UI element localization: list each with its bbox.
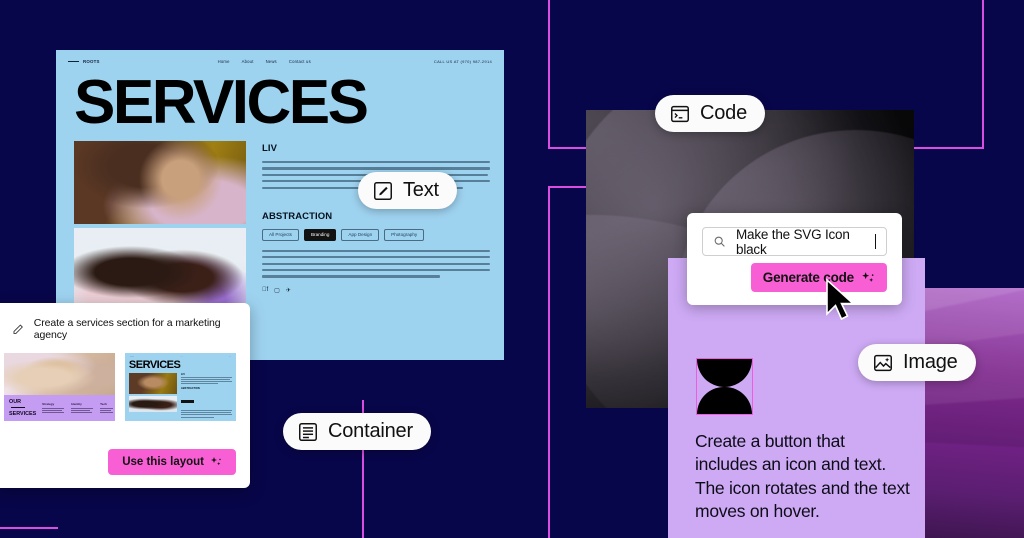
badge-container[interactable]: Container <box>283 413 431 450</box>
purple-panel-copy: Create a button that includes an icon an… <box>695 431 910 522</box>
nav-link-about[interactable]: About <box>242 59 254 64</box>
thumb-col-heading: Identity <box>71 401 82 406</box>
fabric-texture-image <box>925 288 1024 538</box>
badge-image-label: Image <box>903 351 958 373</box>
page-title: SERVICES <box>74 68 369 137</box>
preview-content: LIV ABSTRACTION All Projects Branding Ap… <box>56 131 504 309</box>
thumbnail-our-services[interactable]: OUR SERVICES Strategy Identity Tech <box>4 353 115 421</box>
filter-tag-row: All Projects Branding App Design Photogr… <box>262 228 490 241</box>
mouse-pointer-icon <box>826 278 856 321</box>
picture-icon <box>874 354 892 371</box>
thumb-section-heading: ABSTRACTION <box>180 387 200 391</box>
generate-code-button[interactable]: Generate code <box>750 263 887 292</box>
brand-logo: ROOTS <box>68 59 100 64</box>
thumb-body: LIV ABSTRACTION <box>128 373 232 419</box>
pencil-square-icon <box>374 181 392 200</box>
use-this-layout-button[interactable]: Use this layout <box>108 449 236 475</box>
section-heading-liv: LIV <box>262 143 278 155</box>
facebook-icon[interactable]: f <box>262 287 268 294</box>
thumbnail-title: OUR SERVICES <box>9 398 37 418</box>
instagram-icon[interactable]: ▢ <box>274 287 280 294</box>
preview-text-column: LIV ABSTRACTION All Projects Branding Ap… <box>262 141 490 308</box>
layout-suggestion-card: Create a services section for a marketin… <box>0 303 250 488</box>
thumb-active-tag <box>180 400 194 404</box>
sparkle-icon <box>211 457 221 466</box>
badge-text[interactable]: Text <box>358 172 457 209</box>
prompt-row[interactable]: Create a services section for a marketin… <box>0 303 250 353</box>
text-caret <box>875 234 877 249</box>
grid-line-vertical <box>548 186 550 538</box>
nav-phone-number: CALL US AT (970) 987-2914 <box>433 58 492 64</box>
hourglass-icon <box>696 358 753 415</box>
section-heading-abstraction: ABSTRACTION <box>262 210 333 222</box>
thumbnail-services-page[interactable]: —— · · · ··· SERVICES LIV ABSTRACTION <box>124 353 236 421</box>
nav-link-contact[interactable]: Contact us <box>289 59 311 64</box>
portrait-photo-secondary <box>74 228 246 309</box>
thumb-col-heading: Strategy <box>42 401 55 406</box>
layout-thumbnails: OUR SERVICES Strategy Identity Tech —— · ·… <box>0 353 250 421</box>
preview-nav-links: Home About News Contact us <box>218 59 311 64</box>
thumb-title: SERVICES <box>128 359 181 371</box>
badge-container-label: Container <box>328 420 413 442</box>
thumb-photo-primary <box>128 373 177 394</box>
prompt-text: Create a services section for a marketin… <box>33 317 221 341</box>
thumbnail-caption-bar: OUR SERVICES Strategy Identity Tech <box>4 395 115 421</box>
preview-image-column <box>74 141 246 309</box>
twitter-icon[interactable]: ✈ <box>286 287 291 294</box>
tag-app-design[interactable]: App Design <box>341 228 380 241</box>
pencil-icon <box>13 323 23 334</box>
tag-all-projects[interactable]: All Projects <box>262 228 299 241</box>
badge-text-label: Text <box>403 179 439 201</box>
sparkle-icon <box>862 271 874 282</box>
grid-line-vertical <box>548 0 550 148</box>
thumb-col-heading: Tech <box>100 401 107 406</box>
thumbnail-columns: Strategy Identity Tech <box>42 401 114 415</box>
tag-photography[interactable]: Photography <box>384 228 425 241</box>
grid-line-vertical <box>982 0 984 148</box>
section-body-abstraction <box>262 249 490 278</box>
tag-branding[interactable]: Branding <box>303 228 337 241</box>
thumbnail-photo <box>4 353 115 395</box>
badge-code-label: Code <box>700 102 748 124</box>
search-icon <box>714 236 725 247</box>
search-input-value: Make the SVG Icon black <box>736 226 850 257</box>
social-icon-row: f ▢ ✈ <box>262 287 490 294</box>
nav-link-news[interactable]: News <box>266 59 277 64</box>
terminal-icon <box>671 105 689 122</box>
use-layout-label: Use this layout <box>122 456 204 468</box>
layout-icon <box>299 422 317 441</box>
brand-dash-icon <box>68 60 79 62</box>
grid-line-horizontal <box>0 527 58 529</box>
badge-image[interactable]: Image <box>858 344 976 381</box>
thumb-photo-secondary <box>128 396 177 412</box>
nav-link-home[interactable]: Home <box>218 59 230 64</box>
portrait-photo-primary <box>74 141 246 225</box>
search-input[interactable]: Make the SVG Icon black <box>702 226 887 257</box>
brand-name: ROOTS <box>83 58 100 64</box>
badge-code[interactable]: Code <box>655 95 766 132</box>
canvas: ROOTS Home About News Contact us CALL US… <box>0 0 1024 538</box>
generate-code-card: Make the SVG Icon black Generate code <box>687 213 902 305</box>
thumb-section-heading: LIV <box>180 373 185 376</box>
